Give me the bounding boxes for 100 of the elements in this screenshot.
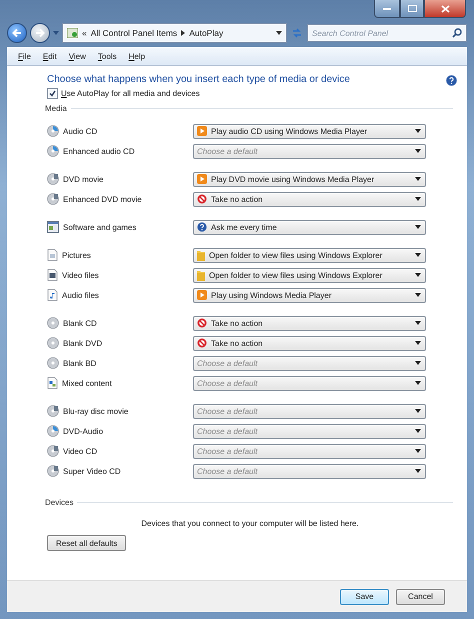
disc-icon	[47, 125, 59, 137]
menu-item[interactable]: View	[64, 52, 91, 60]
dropdown-arrow-icon	[415, 225, 421, 229]
disc-icon	[47, 445, 59, 457]
document-icon	[47, 377, 58, 389]
media-type-label: Audio CD	[63, 126, 98, 136]
media-type-label: Enhanced DVD movie	[63, 194, 142, 204]
media-type-label: Super Video CD	[63, 466, 121, 476]
search-icon[interactable]	[452, 28, 462, 38]
search-field[interactable]: Search Control Panel	[307, 24, 467, 42]
forward-arrow-icon	[35, 28, 45, 38]
breadcrumb[interactable]: AutoPlay	[189, 28, 224, 38]
dropdown-arrow-icon	[415, 293, 421, 297]
forward-button[interactable]	[30, 23, 50, 43]
checkbox-label[interactable]: Use AutoPlay for all media and devices	[61, 89, 200, 98]
overflow-chevron[interactable]: «	[82, 28, 87, 38]
action-dropdown[interactable]: Ask me every time	[193, 220, 426, 234]
help-icon[interactable]	[446, 75, 457, 86]
media-type-label: Blank DVD	[63, 338, 102, 348]
page-heading: Choose what happens when you insert each type of media or device	[47, 74, 350, 85]
media-type-label: Audio files	[62, 290, 99, 300]
cancel-button[interactable]: Cancel	[396, 588, 445, 604]
media-type-label: Video CD	[63, 446, 98, 456]
action-dropdown[interactable]: Open folder to view files using Windows Explorer	[193, 268, 426, 282]
close-button[interactable]	[424, 0, 466, 18]
dropdown-arrow-icon	[415, 177, 421, 181]
media-type-label: Blank CD	[63, 318, 97, 328]
media-type-label: Enhanced audio CD	[63, 146, 135, 156]
media-type-label: Video files	[62, 270, 99, 280]
devices-note: Devices that you connect to your computer will be listed here.	[140, 519, 360, 528]
dropdown-arrow-icon	[415, 197, 421, 201]
menu-item[interactable]: Edit	[38, 52, 62, 60]
dropdown-arrow-icon	[415, 469, 421, 473]
dropdown-arrow-icon	[415, 409, 421, 413]
play-icon	[197, 290, 207, 300]
back-button[interactable]	[7, 23, 27, 43]
dropdown-arrow-icon	[415, 341, 421, 345]
checkbox[interactable]	[47, 88, 58, 99]
media-type-label: DVD-Audio	[63, 426, 104, 436]
disc-icon	[47, 193, 59, 205]
disc-icon	[47, 337, 59, 349]
dropdown-arrow-icon	[415, 129, 421, 133]
media-type-label: Blank BD	[63, 358, 96, 368]
action-dropdown[interactable]: Take no action	[193, 192, 426, 206]
folder-icon	[197, 270, 205, 280]
disc-icon	[47, 405, 59, 417]
window-icon	[47, 221, 59, 233]
media-type-label: Mixed content	[62, 378, 112, 388]
disc-icon	[47, 465, 59, 477]
document-icon	[47, 269, 58, 281]
question-icon	[197, 222, 207, 232]
menu-item[interactable]: Tools	[92, 52, 122, 60]
media-type-label: Blu-ray disc movie	[63, 406, 128, 416]
no-entry-icon	[197, 338, 207, 348]
dropdown-arrow-icon	[415, 253, 421, 257]
action-dropdown[interactable]: Play using Windows Media Player	[193, 288, 426, 302]
menu-item[interactable]: Help	[124, 52, 150, 60]
control-panel-icon	[67, 28, 78, 38]
action-dropdown[interactable]: Play DVD movie using Windows Media Player	[193, 172, 426, 186]
no-entry-icon	[197, 318, 207, 328]
document-icon	[47, 289, 58, 301]
action-dropdown[interactable]: Take no action	[193, 336, 426, 350]
dropdown-arrow-icon	[415, 381, 421, 385]
minimize-button[interactable]	[374, 0, 400, 18]
address-bar[interactable]: « All Control Panel Items AutoPlay	[62, 23, 287, 43]
minimize-icon	[383, 7, 391, 10]
document-icon	[47, 249, 58, 261]
action-dropdown[interactable]: Open folder to view files using Windows Explorer	[193, 248, 426, 262]
save-button[interactable]: Save	[340, 588, 389, 604]
dropdown-arrow-icon	[415, 273, 421, 277]
media-type-label: Pictures	[62, 250, 91, 260]
dropdown-arrow-icon	[415, 149, 421, 153]
media-type-label: DVD movie	[63, 174, 104, 184]
back-arrow-icon	[12, 28, 22, 38]
play-icon	[197, 126, 207, 136]
no-entry-icon	[197, 194, 207, 204]
action-dropdown[interactable]: Play audio CD using Windows Media Player	[193, 124, 426, 138]
dropdown-arrow-icon	[415, 321, 421, 325]
breadcrumb-arrow-icon[interactable]	[181, 30, 186, 36]
menu-item[interactable]: File	[13, 52, 36, 60]
maximize-icon	[408, 5, 416, 12]
disc-icon	[47, 145, 59, 157]
disc-icon	[47, 317, 59, 329]
folder-icon	[197, 250, 205, 260]
section-title: Media	[45, 104, 67, 113]
breadcrumb[interactable]: All Control Panel Items	[90, 28, 178, 38]
dropdown-arrow-icon	[415, 429, 421, 433]
play-icon	[197, 174, 207, 184]
dropdown-arrow-icon	[415, 449, 421, 453]
section-title: Devices	[45, 498, 74, 507]
action-dropdown[interactable]: Take no action	[193, 316, 426, 330]
disc-icon	[47, 173, 59, 185]
reset-button[interactable]: Reset all defaults	[47, 535, 126, 551]
dropdown-arrow-icon	[415, 361, 421, 365]
close-icon	[440, 4, 450, 12]
media-type-label: Software and games	[63, 222, 136, 232]
disc-icon	[47, 425, 59, 437]
dropdown-arrow-icon[interactable]	[276, 31, 282, 35]
disc-icon	[47, 357, 59, 369]
maximize-button[interactable]	[400, 0, 424, 18]
